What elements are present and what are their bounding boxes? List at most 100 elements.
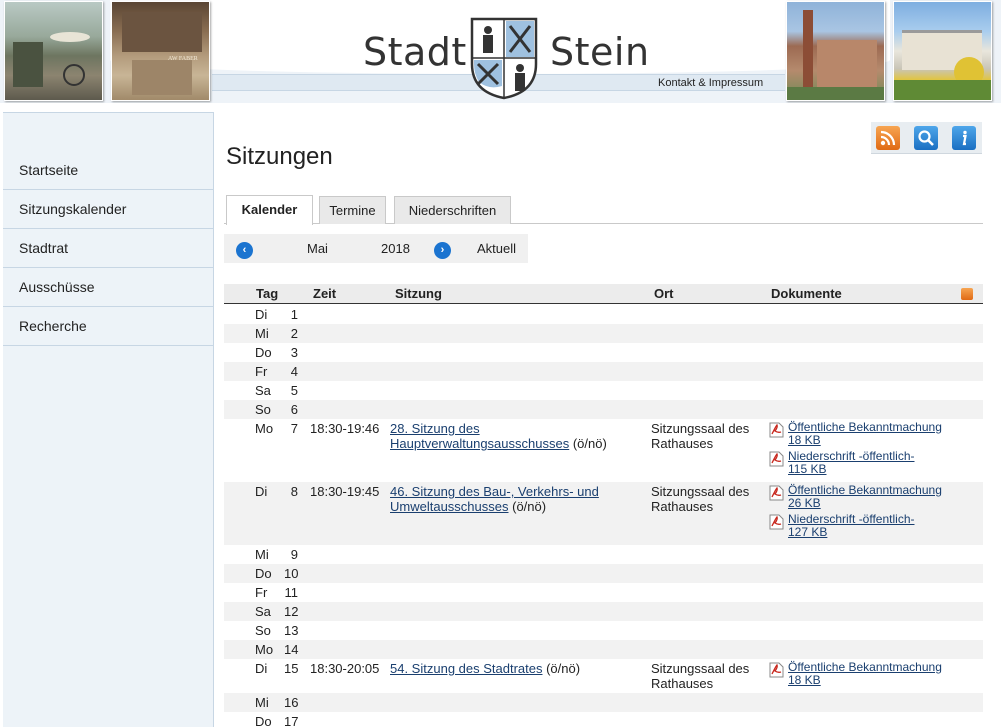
pdf-icon	[769, 514, 784, 530]
session-visibility: (ö/nö)	[542, 661, 581, 676]
row-location: Sitzungssaal des Rathauses	[651, 421, 750, 451]
table-row: Sa 5	[224, 381, 983, 400]
document-size[interactable]: 18 KB	[788, 673, 821, 687]
pdf-icon	[769, 422, 784, 438]
column-zeit: Zeit	[313, 286, 337, 301]
row-date: 10	[284, 566, 299, 581]
page-title: Sitzungen	[226, 143, 333, 170]
tab-kalender[interactable]: Kalender	[226, 195, 313, 225]
previous-month-icon[interactable]: ‹	[236, 242, 253, 259]
row-day: Di	[255, 484, 268, 499]
row-documents: Öffentliche Bekanntmachung 18 KB	[769, 661, 949, 690]
row-day: Di	[255, 307, 268, 322]
table-row: Do 17	[224, 712, 983, 727]
document-link[interactable]: Niederschrift -öffentlich-	[788, 449, 915, 463]
brand-stein: Stein	[550, 30, 650, 74]
row-date: 4	[290, 364, 298, 379]
row-date: 14	[284, 642, 299, 657]
kontakt-impressum-link[interactable]: Kontakt & Impressum	[658, 77, 763, 89]
sidebar-item-ausschuesse[interactable]: Ausschüsse	[3, 268, 214, 307]
column-dokumente: Dokumente	[771, 286, 842, 301]
session-link[interactable]: 54. Sitzung des Stadtrates	[390, 661, 542, 676]
sidebar-item-recherche[interactable]: Recherche	[3, 307, 214, 346]
row-date: 17	[284, 714, 299, 727]
month-label: Mai	[307, 241, 328, 256]
next-month-icon[interactable]: ›	[434, 242, 451, 259]
year-label: 2018	[381, 241, 410, 256]
table-row: Di 1	[224, 305, 983, 324]
table-row: So 6	[224, 400, 983, 419]
row-session: 28. Sitzung des Hauptverwaltungsausschus…	[390, 421, 640, 451]
table-row: Sa 12	[224, 602, 983, 621]
row-day: Mi	[255, 547, 269, 562]
document-size[interactable]: 127 KB	[788, 525, 827, 539]
pdf-icon	[769, 451, 784, 467]
month-navigation: ‹ Mai 2018 › Aktuell	[224, 234, 528, 263]
table-row: Fr 4	[224, 362, 983, 381]
row-location: Sitzungssaal des Rathauses	[651, 661, 750, 691]
document-item: Öffentliche Bekanntmachung 26 KB	[769, 484, 949, 510]
street-scene-photo	[4, 1, 103, 101]
row-time: 18:30-19:45	[310, 484, 380, 499]
document-link[interactable]: Öffentliche Bekanntmachung	[788, 483, 942, 497]
row-date: 6	[290, 402, 298, 417]
session-link[interactable]: 46. Sitzung des Bau-, Verkehrs- und Umwe…	[390, 484, 599, 514]
row-date: 2	[290, 326, 298, 341]
row-day: Sa	[255, 383, 271, 398]
row-day: Mo	[255, 421, 274, 436]
session-visibility: (ö/nö)	[569, 436, 607, 451]
tab-niederschriften[interactable]: Niederschriften	[394, 196, 511, 224]
row-date: 15	[284, 661, 299, 676]
modern-building-photo	[893, 1, 992, 101]
row-date: 7	[290, 421, 298, 436]
row-date: 3	[290, 345, 298, 360]
document-size[interactable]: 18 KB	[788, 433, 821, 447]
row-session: 54. Sitzung des Stadtrates (ö/nö)	[390, 661, 640, 676]
sidebar: Startseite Sitzungskalender Stadtrat Aus…	[3, 112, 214, 727]
row-date: 16	[284, 695, 299, 710]
sidebar-item-startseite[interactable]: Startseite	[3, 151, 214, 190]
tab-bar: Kalender Termine Niederschriften	[224, 195, 983, 225]
document-size[interactable]: 26 KB	[788, 496, 821, 510]
row-day: Mi	[255, 695, 269, 710]
session-visibility: (ö/nö)	[508, 499, 547, 514]
current-month-link[interactable]: Aktuell	[477, 241, 516, 256]
historic-faber-building-photo: AW FABER	[111, 1, 210, 101]
faber-sign: AW FABER	[168, 56, 198, 62]
pdf-icon	[769, 485, 784, 501]
table-row: So 13	[224, 621, 983, 640]
row-documents: Öffentliche Bekanntmachung 26 KB Niedersch…	[769, 484, 949, 542]
column-sitzung: Sitzung	[395, 286, 442, 301]
sidebar-item-sitzungskalender[interactable]: Sitzungskalender	[3, 190, 214, 229]
row-day: Mi	[255, 326, 269, 341]
row-day: Di	[255, 661, 268, 676]
rss-icon[interactable]	[876, 126, 900, 150]
row-day: Mo	[255, 642, 274, 657]
document-link[interactable]: Öffentliche Bekanntmachung	[788, 420, 942, 434]
row-date: 8	[290, 484, 298, 499]
document-item: Öffentliche Bekanntmachung 18 KB	[769, 421, 949, 447]
table-row: Do 10	[224, 564, 983, 583]
document-link[interactable]: Niederschrift -öffentlich-	[788, 512, 915, 526]
rss-feed-icon[interactable]	[961, 288, 973, 300]
toolbar	[871, 122, 982, 154]
table-row: Di 15 18:30-20:05 54. Sitzung des Stadtrate…	[224, 659, 983, 693]
table-row: Mo 7 18:30-19:46 28. Sitzung des Hauptverwa…	[224, 419, 983, 482]
brand-stadt: Stadt	[363, 30, 467, 74]
search-icon[interactable]	[914, 126, 938, 150]
document-size[interactable]: 115 KB	[788, 462, 826, 476]
table-row: Do 3	[224, 343, 983, 362]
session-link[interactable]: 28. Sitzung des Hauptverwaltungsausschus…	[390, 421, 569, 451]
row-documents: Öffentliche Bekanntmachung 18 KB Niedersch…	[769, 421, 949, 479]
tab-termine[interactable]: Termine	[319, 196, 386, 224]
row-date: 1	[290, 307, 298, 322]
row-day: Fr	[255, 364, 268, 379]
document-link[interactable]: Öffentliche Bekanntmachung	[788, 660, 942, 674]
table-row: Mi 9	[224, 545, 983, 564]
info-icon[interactable]	[952, 126, 976, 150]
sidebar-item-stadtrat[interactable]: Stadtrat	[3, 229, 214, 268]
table-row: Fr 11	[224, 583, 983, 602]
table-header: Tag Zeit Sitzung Ort Dokumente	[224, 284, 983, 304]
table-row: Mi 2	[224, 324, 983, 343]
row-day: Do	[255, 566, 272, 581]
